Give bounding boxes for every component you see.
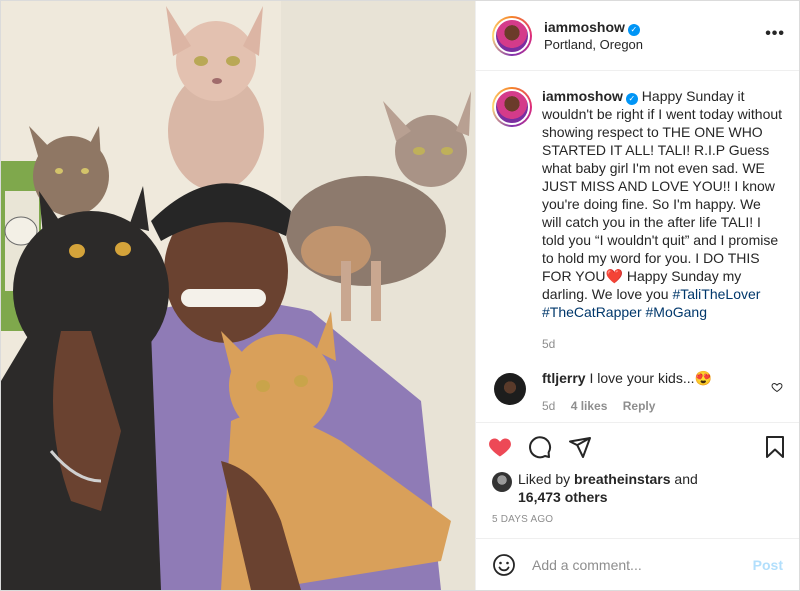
heart-emoji: ❤️	[605, 268, 623, 284]
author-avatar[interactable]	[492, 15, 532, 56]
caption-meta: 5d	[542, 337, 783, 351]
post-photo[interactable]	[1, 1, 475, 590]
likes-count[interactable]: 16,473 others	[518, 489, 608, 505]
post-comment-button[interactable]: Post	[753, 557, 783, 573]
post-timestamp[interactable]: 5 DAYS AGO	[476, 510, 799, 538]
caption-age[interactable]: 5d	[542, 337, 555, 351]
post-location[interactable]: Portland, Oregon	[544, 36, 643, 54]
comment-row: ftljerry I love your kids...😍 5d 4 likes…	[492, 369, 783, 413]
verified-badge-icon: ✓	[625, 93, 638, 105]
likes-summary: Liked by breatheinstars and 16,473 other…	[476, 470, 799, 510]
author-username[interactable]: iammoshow	[544, 19, 625, 35]
heart-outline-icon[interactable]	[771, 381, 783, 393]
comment-age[interactable]: 5d	[542, 399, 555, 413]
caption-text-block: iammoshow ✓ Happy Sunday it wouldn't be r…	[542, 87, 783, 321]
hashtag-link[interactable]: #TaliTheLover	[672, 286, 760, 302]
post-sidebar: iammoshow ✓ Portland, Oregon ••• iammosho…	[475, 1, 799, 590]
comment-icon[interactable]	[528, 435, 552, 459]
author-info: iammoshow ✓ Portland, Oregon	[544, 18, 643, 54]
likes-text: Liked by breatheinstars and 16,473 other…	[518, 470, 698, 506]
caption-avatar[interactable]	[492, 87, 532, 127]
post-header: iammoshow ✓ Portland, Oregon •••	[476, 1, 799, 71]
caption-username[interactable]: iammoshow	[542, 88, 623, 104]
more-horizontal-icon[interactable]: •••	[765, 25, 785, 43]
liker-avatar[interactable]	[492, 472, 512, 492]
heart-eyes-emoji: 😍	[694, 370, 712, 386]
smiley-icon[interactable]	[492, 553, 516, 577]
bookmark-icon[interactable]	[763, 435, 787, 459]
comment-likes[interactable]: 4 likes	[571, 399, 608, 413]
add-comment-bar: Post	[476, 538, 799, 590]
caption: iammoshow ✓ Happy Sunday it wouldn't be r…	[492, 87, 783, 351]
likes-mid: and	[670, 471, 698, 487]
reply-button[interactable]: Reply	[623, 399, 656, 413]
comment-meta: 5d 4 likes Reply	[542, 399, 763, 413]
hashtag-link[interactable]: #TheCatRapper	[542, 304, 642, 320]
comment-text-block: ftljerry I love your kids...😍	[542, 369, 763, 387]
comment-input[interactable]	[532, 556, 753, 573]
action-bar	[476, 422, 799, 470]
caption-text: Happy Sunday it wouldn't be right if I w…	[542, 88, 783, 284]
comment-text: I love your kids...	[589, 370, 695, 386]
liker-username[interactable]: breatheinstars	[574, 471, 670, 487]
likes-prefix: Liked by	[518, 471, 575, 487]
post-modal: iammoshow ✓ Portland, Oregon ••• iammosho…	[0, 0, 800, 591]
verified-badge-icon: ✓	[627, 23, 640, 36]
comment-username[interactable]: ftljerry	[542, 370, 586, 386]
heart-filled-icon[interactable]	[488, 435, 512, 459]
hashtag-link[interactable]: #MoGang	[646, 304, 707, 320]
commenter-avatar[interactable]	[494, 373, 526, 405]
photo-illustration	[1, 1, 475, 590]
comments-section: iammoshow ✓ Happy Sunday it wouldn't be r…	[476, 71, 799, 422]
share-icon[interactable]	[568, 435, 592, 459]
